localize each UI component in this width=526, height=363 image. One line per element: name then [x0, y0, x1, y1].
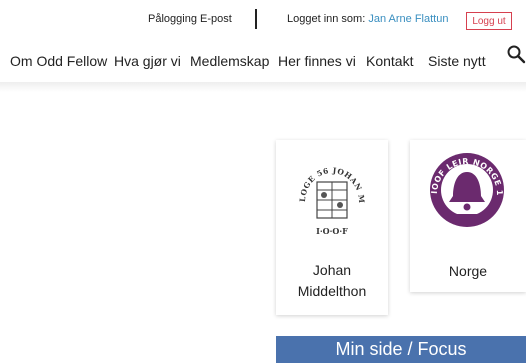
johan-middelthon-logo: LOGE 56 JOHAN MIDDELTHON I·O·O·F — [297, 160, 366, 236]
johan-logo-bottom-text: I·O·O·F — [316, 226, 348, 236]
nav-shadow — [0, 82, 526, 92]
lodge-card-norge[interactable]: IOOF LEIR NORGE 1919 Norge — [410, 140, 526, 292]
login-email-link[interactable]: Pålogging E-post — [148, 13, 232, 25]
min-side-focus-button[interactable]: Min side / Focus — [276, 336, 526, 363]
card-label-norge: Norge — [448, 263, 488, 279]
card-label-line2: Middelthon — [297, 283, 367, 299]
nav-item-hva-gjor-vi[interactable]: Hva gjør vi — [114, 53, 181, 69]
nav-item-her-finnes-vi[interactable]: Her finnes vi — [278, 53, 356, 69]
card-label-line1: Johan — [312, 262, 352, 278]
user-name-link[interactable]: Jan Arne Flattun — [368, 13, 448, 25]
search-icon[interactable] — [506, 44, 526, 64]
top-bar: Pålogging E-post Logget inn som: Jan Arn… — [0, 0, 526, 38]
logged-in-prefix: Logget inn som: — [287, 13, 369, 25]
nav-item-kontakt[interactable]: Kontakt — [366, 53, 413, 69]
main-nav: Om Odd Fellow Hva gjør vi Medlemskap Her… — [0, 42, 526, 82]
leir-norge-logo: IOOF LEIR NORGE 1919 — [427, 150, 504, 227]
logged-in-status: Logget inn som: Jan Arne Flattun — [287, 13, 448, 25]
topbar-divider — [255, 9, 257, 29]
nav-item-siste-nytt[interactable]: Siste nytt — [428, 53, 486, 69]
logout-button[interactable]: Logg ut — [466, 12, 512, 30]
card-label-johan-middelthon: Johan Middelthon — [276, 260, 388, 302]
lodge-card-johan-middelthon[interactable]: LOGE 56 JOHAN MIDDELTHON I·O·O·F Johan M… — [276, 140, 388, 315]
nav-item-medlemskap[interactable]: Medlemskap — [190, 53, 269, 69]
nav-item-om-odd-fellow[interactable]: Om Odd Fellow — [10, 53, 107, 69]
